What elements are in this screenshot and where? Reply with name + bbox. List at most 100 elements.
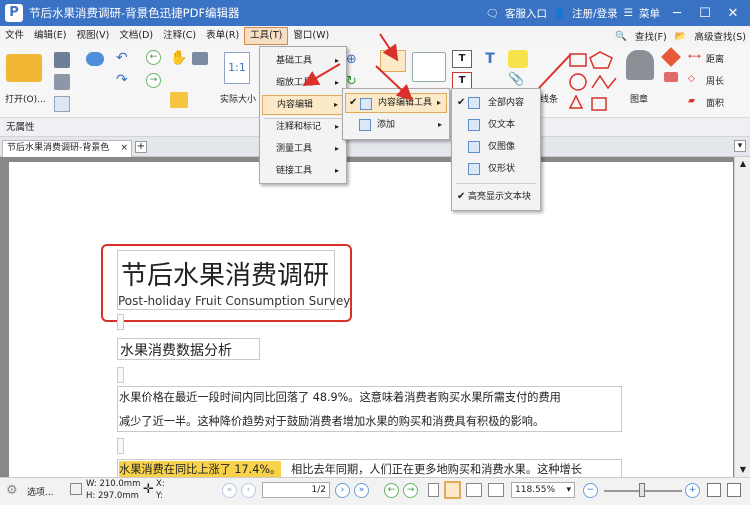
menu-edit[interactable]: 编辑(E)	[29, 27, 71, 45]
distance-icon[interactable]: ⟷	[688, 52, 701, 62]
tools-menu-item-measure[interactable]: 测量工具 ▸	[262, 139, 344, 159]
area-label[interactable]: 面积	[706, 96, 724, 109]
search-link[interactable]: 查找(F)	[635, 29, 667, 43]
history-forward-button[interactable]: →	[403, 483, 418, 498]
settings-icon[interactable]: ⚙	[6, 483, 18, 498]
tools-menu-item-zoom[interactable]: 缩放工具 ▸	[262, 73, 344, 93]
save-icon[interactable]	[54, 52, 70, 68]
document-tab[interactable]: 节后水果消费调研-背景色 ×	[2, 140, 132, 157]
menu-link[interactable]: 菜单	[639, 6, 660, 21]
tools-menu-item-content-edit[interactable]: 内容编辑 ▸	[262, 95, 344, 115]
advanced-search-link[interactable]: 高级查找(S)	[695, 29, 746, 43]
text-box-icon[interactable]: T	[452, 50, 472, 68]
empty-text-block-3[interactable]	[117, 438, 124, 454]
perimeter-icon[interactable]: ◇	[688, 74, 695, 84]
distance-label[interactable]: 距离	[706, 52, 724, 65]
pdf-page[interactable]: 节后水果消费调研 Post-holiday Fruit Consumption …	[9, 162, 733, 477]
note-icon[interactable]	[508, 50, 528, 68]
menu-view[interactable]: 视图(V)	[71, 27, 114, 45]
attach-icon[interactable]: 📎	[508, 72, 524, 87]
menu-file[interactable]: 文件	[0, 27, 29, 45]
actual-size-label[interactable]: 实际大小	[220, 92, 256, 105]
back-icon[interactable]: ←	[146, 50, 161, 65]
new-tab-button[interactable]: +	[135, 141, 147, 153]
line-label[interactable]: 线条	[540, 92, 558, 105]
continuous-facing-icon[interactable]	[488, 483, 504, 497]
tab-list-button[interactable]: ▾	[734, 140, 746, 152]
edit-content-icon[interactable]	[380, 50, 406, 72]
menu-window[interactable]: 窗口(W)	[288, 27, 334, 45]
minimize-button[interactable]: ─	[666, 6, 688, 21]
stamp-icon[interactable]	[626, 50, 654, 80]
zoom-slider-thumb[interactable]	[639, 483, 645, 497]
facing-page-icon[interactable]	[466, 483, 482, 497]
continuous-page-icon[interactable]	[444, 481, 461, 499]
maximize-button[interactable]: ☐	[694, 6, 716, 21]
login-link[interactable]: 注册/登录	[572, 6, 618, 21]
forward-icon[interactable]: →	[146, 73, 161, 88]
edit-item-highlight-blocks[interactable]: ✔ 高亮显示文本块	[454, 187, 538, 207]
empty-text-block[interactable]	[117, 314, 124, 330]
zoom-in-icon[interactable]: ⊕	[346, 52, 357, 67]
shape-tools-icon[interactable]	[568, 50, 624, 114]
edit-item-all-content[interactable]: ✔ 全部内容	[454, 93, 538, 113]
tools-menu-item-link[interactable]: 链接工具 ▸	[262, 161, 344, 181]
submenu-item-edit-tools[interactable]: ✔ 内容编辑工具 ▸	[345, 93, 447, 113]
edit-item-image-only[interactable]: 仅图像	[454, 137, 538, 157]
tab-close-icon[interactable]: ×	[120, 141, 128, 156]
edit-item-text-only[interactable]: 仅文本	[454, 115, 538, 135]
prev-page-button[interactable]: ‹	[241, 483, 256, 498]
zoom-in-button[interactable]: +	[685, 483, 700, 498]
support-icon[interactable]: 🗨	[486, 7, 499, 20]
user-icon[interactable]: 👤	[553, 7, 566, 20]
close-button[interactable]: ✕	[722, 6, 744, 21]
menu-tools[interactable]: 工具(T)	[244, 27, 289, 45]
snapshot-icon[interactable]	[170, 92, 188, 108]
menu-form[interactable]: 表单(R)	[201, 27, 244, 45]
vertical-scrollbar[interactable]: ▲ ▼	[734, 157, 750, 477]
last-page-button[interactable]: »	[354, 483, 369, 498]
open-button-label[interactable]: 打开(O)...	[5, 92, 46, 105]
menu-icon[interactable]: ☰	[624, 7, 633, 19]
stamp-label[interactable]: 图章	[630, 92, 648, 105]
open-folder-icon[interactable]	[6, 54, 42, 82]
tools-menu-item-annotation[interactable]: 注释和标记 ▸	[262, 117, 344, 137]
eraser-icon[interactable]	[661, 47, 681, 67]
zoom-out-button[interactable]: −	[583, 483, 598, 498]
first-page-button[interactable]: «	[222, 483, 237, 498]
typewriter-icon[interactable]: T	[480, 50, 500, 68]
submenu-item-add[interactable]: 添加 ▸	[345, 115, 447, 135]
undo-icon[interactable]: ↶	[116, 50, 128, 66]
fullscreen-icon[interactable]	[727, 483, 741, 497]
edit-tools-submenu: ✔ 全部内容 仅文本 仅图像 仅形状 ✔ 高亮显示文本块	[451, 88, 541, 211]
print-icon[interactable]	[54, 74, 70, 90]
advanced-search-icon[interactable]: 📂	[675, 31, 687, 42]
perimeter-label[interactable]: 周长	[706, 74, 724, 87]
redo-icon[interactable]: ↷	[116, 72, 128, 88]
scroll-down-icon[interactable]: ▼	[735, 463, 750, 477]
support-link[interactable]: 客服入口	[505, 6, 547, 21]
next-page-button[interactable]: ›	[335, 483, 350, 498]
select-mode-label[interactable]: 选项...	[27, 485, 54, 498]
edit-item-shape-only[interactable]: 仅形状	[454, 159, 538, 179]
history-back-button[interactable]: ←	[384, 483, 399, 498]
empty-text-block-2[interactable]	[117, 367, 124, 383]
document-icon[interactable]	[54, 96, 70, 112]
camera-icon[interactable]	[192, 52, 208, 65]
hand-icon[interactable]: ✋	[170, 50, 187, 66]
actual-size-icon[interactable]: 1:1	[224, 52, 250, 84]
page-number-input[interactable]: 1/2	[262, 482, 330, 498]
menu-comment[interactable]: 注释(C)	[158, 27, 201, 45]
search-icon[interactable]: 🔍	[615, 31, 627, 42]
tools-menu-item-basic[interactable]: 基础工具 ▸	[262, 51, 344, 71]
scroll-up-icon[interactable]: ▲	[735, 157, 750, 171]
rotate-icon[interactable]: ↻	[346, 74, 357, 89]
zoom-select[interactable]: 118.55% ▾	[511, 482, 575, 498]
edit-text-icon[interactable]	[412, 52, 446, 82]
area-icon[interactable]: ▰	[688, 96, 695, 106]
cloud-icon[interactable]	[86, 52, 104, 66]
single-page-icon[interactable]	[428, 483, 439, 497]
menu-document[interactable]: 文档(D)	[114, 27, 158, 45]
eraser-small-icon[interactable]	[664, 72, 678, 82]
fit-page-icon[interactable]	[707, 483, 721, 497]
